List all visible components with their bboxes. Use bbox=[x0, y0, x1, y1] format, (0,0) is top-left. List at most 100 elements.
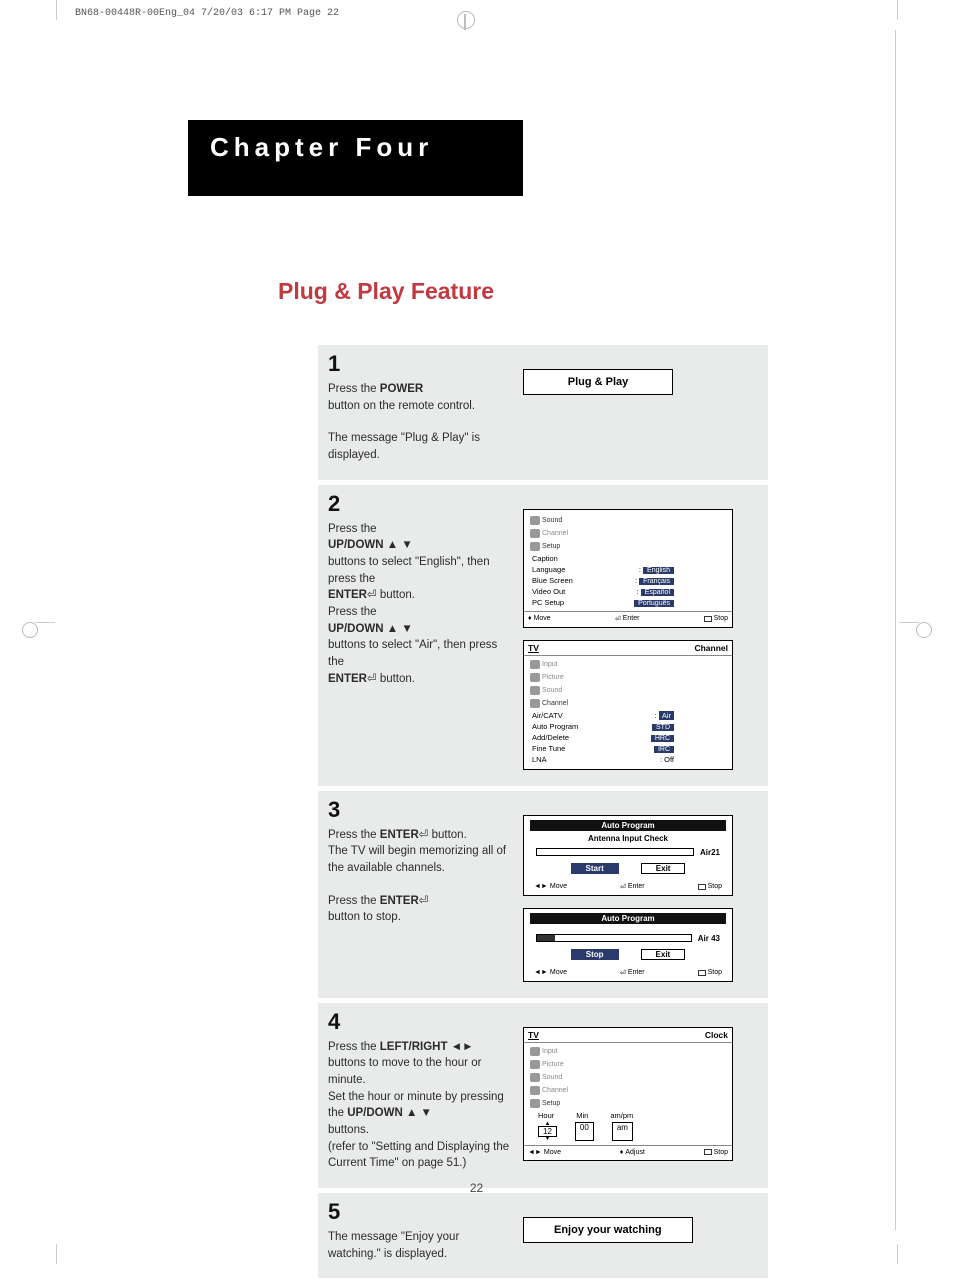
exit-button[interactable]: Exit bbox=[641, 863, 686, 874]
panel-title: Auto Program bbox=[530, 913, 726, 924]
crop-center-left bbox=[22, 622, 38, 638]
panel-footer: ◄► Move ⏎ Enter Stop bbox=[530, 880, 726, 891]
enter-label: ENTER bbox=[380, 829, 419, 841]
osd-footer: ◄► Move ♦ Adjust Stop bbox=[524, 1145, 732, 1156]
picture-icon bbox=[530, 673, 540, 682]
input-icon bbox=[530, 660, 540, 669]
page-frame: Chapter Four Plug & Play Feature 1 Press… bbox=[58, 30, 896, 1230]
text: The message "Enjoy your watching." is di… bbox=[328, 1229, 513, 1262]
sidebar-sound: Sound bbox=[528, 684, 580, 697]
feature-title: Plug & Play Feature bbox=[278, 278, 748, 305]
start-button[interactable]: Start bbox=[571, 863, 619, 874]
auto-program-panel-1: Auto Program Antenna Input Check Air21 S… bbox=[523, 815, 733, 896]
text: buttons to select "Air", then press the bbox=[328, 637, 513, 670]
panel-subtitle: Antenna Input Check bbox=[530, 831, 726, 846]
picture-icon bbox=[530, 1060, 540, 1069]
osd-main: Caption Language: English Blue Screen: F… bbox=[528, 553, 674, 608]
progress-bar bbox=[536, 934, 692, 942]
step-5-text: 5 The message "Enjoy your watching." is … bbox=[328, 1201, 513, 1262]
step-3-text: 3 Press the ENTER⏎ button. The TV will b… bbox=[328, 799, 513, 982]
step-4: 4 Press the LEFT/RIGHT ◄► buttons to mov… bbox=[318, 1003, 768, 1188]
sidebar-picture: Picture bbox=[528, 671, 580, 684]
trim-mark bbox=[56, 1244, 57, 1264]
antenna-icon bbox=[530, 699, 540, 708]
step-1: 1 Press the POWER button on the remote c… bbox=[318, 345, 768, 480]
step-number: 5 bbox=[328, 1201, 513, 1223]
sidebar-setup: Setup bbox=[528, 540, 580, 553]
progress-row: Air 43 bbox=[530, 932, 726, 945]
sidebar-channel: Channel bbox=[528, 697, 580, 710]
text: button to stop. bbox=[328, 909, 513, 926]
exit-button[interactable]: Exit bbox=[641, 949, 686, 960]
text: Press the bbox=[328, 521, 513, 538]
step-5-illus: Enjoy your watching bbox=[523, 1201, 758, 1262]
plug-play-message: Plug & Play bbox=[523, 369, 673, 395]
step-number: 4 bbox=[328, 1011, 513, 1033]
updown-label: UP/DOWN bbox=[347, 1107, 403, 1119]
step-3-illus: Auto Program Antenna Input Check Air21 S… bbox=[523, 799, 758, 982]
input-icon bbox=[530, 1047, 540, 1056]
osd-channel-menu: TV Channel Input Picture Sound Channel A… bbox=[523, 640, 733, 770]
text: Press the bbox=[328, 829, 380, 841]
progress-row: Air21 bbox=[530, 846, 726, 859]
stop-icon bbox=[704, 1149, 712, 1155]
button-row: Stop Exit bbox=[530, 945, 726, 964]
step-number: 1 bbox=[328, 353, 513, 375]
button-row: Start Exit bbox=[530, 859, 726, 878]
sidebar-input: Input bbox=[528, 658, 580, 671]
step-1-text: 1 Press the POWER button on the remote c… bbox=[328, 353, 513, 464]
sidebar-sound: Sound bbox=[528, 1071, 580, 1084]
step-4-text: 4 Press the LEFT/RIGHT ◄► buttons to mov… bbox=[328, 1011, 513, 1172]
text: Press the bbox=[328, 604, 513, 621]
updown-label: UP/DOWN bbox=[328, 539, 384, 551]
step-2: 2 Press the UP/DOWN ▲ ▼ buttons to selec… bbox=[318, 485, 768, 786]
chapter-title: Chapter Four bbox=[210, 132, 433, 163]
setup-icon bbox=[530, 1099, 540, 1108]
text: Press the bbox=[328, 895, 380, 907]
channel-indicator: Air21 bbox=[700, 848, 720, 857]
text: Press the bbox=[328, 1041, 380, 1053]
updown-label: UP/DOWN bbox=[328, 623, 384, 635]
text: button. bbox=[428, 829, 466, 841]
crop-mark-top bbox=[445, 0, 485, 30]
content-area: Chapter Four Plug & Play Feature 1 Press… bbox=[188, 120, 748, 1283]
step-3: 3 Press the ENTER⏎ button. The TV will b… bbox=[318, 791, 768, 998]
osd-footer: ♦ Move ⏎ Enter Stop bbox=[524, 611, 732, 623]
sidebar-sound: Sound bbox=[528, 514, 580, 527]
clock-panel: TV Clock Input Picture Sound Channel Set… bbox=[523, 1027, 733, 1161]
step-1-illus: Plug & Play bbox=[523, 353, 758, 464]
steps-container: 1 Press the POWER button on the remote c… bbox=[318, 345, 768, 1278]
panel-title: Auto Program bbox=[530, 820, 726, 831]
step-5: 5 The message "Enjoy your watching." is … bbox=[318, 1193, 768, 1278]
auto-program-panel-2: Auto Program Air 43 Stop Exit ◄► Move bbox=[523, 908, 733, 982]
text: The TV will begin memorizing all of the … bbox=[328, 843, 513, 876]
min-field[interactable]: 00 bbox=[575, 1122, 594, 1141]
antenna-icon bbox=[530, 529, 540, 538]
hour-field[interactable]: ▲12▼ bbox=[538, 1122, 557, 1141]
sound-icon bbox=[530, 516, 540, 525]
step-2-illus: Sound Channel Setup Caption Language: En… bbox=[523, 493, 758, 770]
text: button. bbox=[377, 673, 415, 685]
text: buttons. bbox=[328, 1122, 513, 1139]
enjoy-message: Enjoy your watching bbox=[523, 1217, 693, 1243]
power-label: POWER bbox=[380, 383, 423, 395]
osd-header: TV Channel bbox=[524, 641, 732, 656]
sound-icon bbox=[530, 1073, 540, 1082]
step-2-text: 2 Press the UP/DOWN ▲ ▼ buttons to selec… bbox=[328, 493, 513, 770]
osd-language-menu: Sound Channel Setup Caption Language: En… bbox=[523, 509, 733, 628]
sidebar-setup: Setup bbox=[528, 1097, 580, 1110]
leftright-label: LEFT/RIGHT bbox=[380, 1041, 448, 1053]
stop-button[interactable]: Stop bbox=[571, 949, 619, 960]
chapter-heading: Chapter Four bbox=[188, 120, 523, 196]
print-header: BN68-00448R-00Eng_04 7/20/03 6:17 PM Pag… bbox=[75, 8, 339, 19]
osd-header: TV Clock bbox=[524, 1028, 732, 1043]
stop-icon bbox=[704, 616, 712, 622]
antenna-icon bbox=[530, 1086, 540, 1095]
osd-main: Air/CATV: Air Auto ProgramSTD Add/Delete… bbox=[528, 710, 674, 765]
sidebar-input: Input bbox=[528, 1045, 580, 1058]
stop-icon bbox=[698, 970, 706, 976]
text: Press the bbox=[328, 383, 380, 395]
text: button on the remote control. bbox=[328, 398, 513, 415]
ampm-field[interactable]: am bbox=[612, 1122, 633, 1141]
enter-label: ENTER bbox=[380, 895, 419, 907]
